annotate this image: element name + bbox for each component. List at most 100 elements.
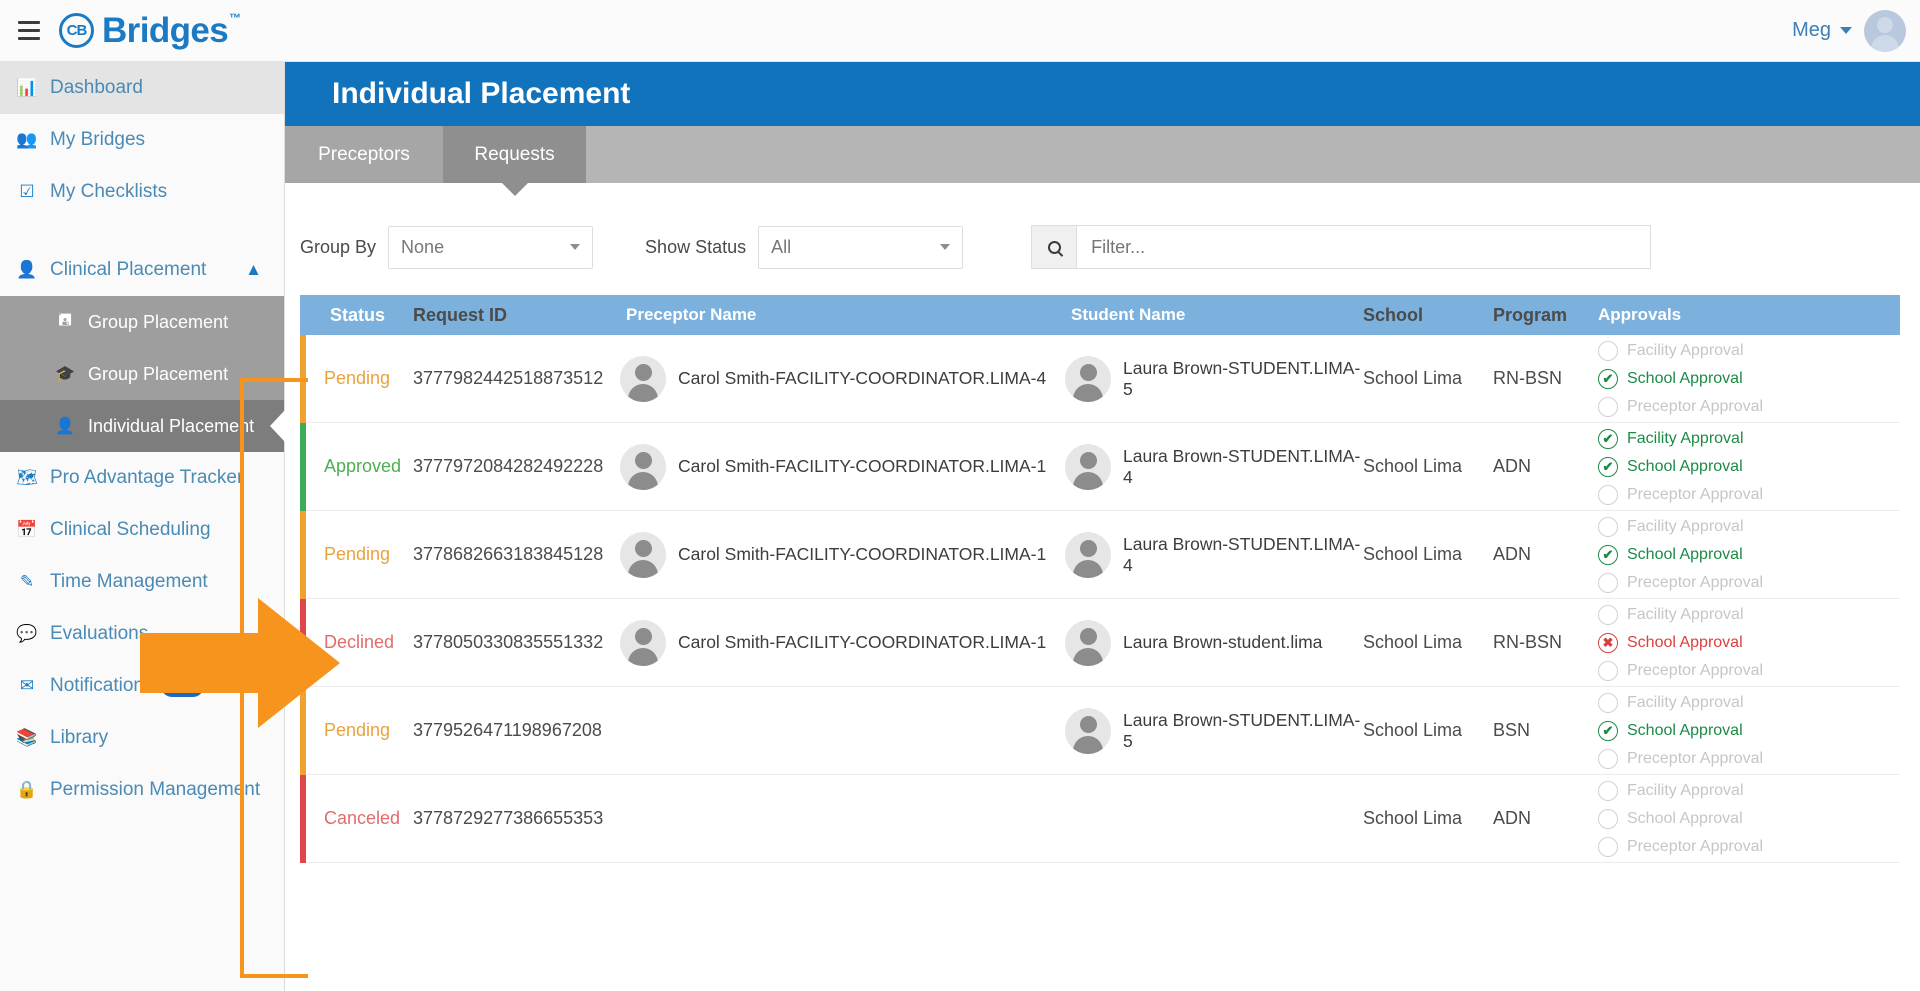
approvals-cell: Facility Approval ✔ School Approval Precept…: [1598, 689, 1888, 773]
empty-circle-icon: [1598, 604, 1618, 625]
tab-requests[interactable]: Requests: [443, 126, 586, 183]
student-name-cell: Laura Brown-STUDENT.LIMA-5: [1053, 707, 1363, 754]
sidebar-item-label: Clinical Scheduling: [50, 519, 211, 540]
hamburger-icon[interactable]: [12, 14, 46, 48]
sidebar-item-label: Notifications: [50, 675, 154, 696]
check-circle-icon: ✔: [1598, 544, 1618, 565]
approval-label: Facility Approval: [1627, 781, 1744, 799]
preceptor-name-cell: Carol Smith-FACILITY-COORDINATOR.LIMA-4: [598, 355, 1053, 402]
table-row[interactable]: Approved 3777972084282492228 Carol Smith-F…: [300, 422, 1900, 511]
student-name-cell: Laura Brown-STUDENT.LIMA-4: [1053, 443, 1363, 490]
status-badge: Pending: [324, 368, 391, 388]
approval-row: Preceptor Approval: [1598, 833, 1888, 861]
approval-row: ✖ School Approval: [1598, 629, 1888, 657]
empty-circle-icon: [1598, 396, 1618, 417]
map-icon: 🗺: [16, 468, 38, 487]
preceptor-name-label: Carol Smith-FACILITY-COORDINATOR.LIMA-1: [678, 456, 1047, 476]
approval-label: Preceptor Approval: [1627, 837, 1764, 855]
approval-row: ✔ School Approval: [1598, 541, 1888, 569]
approvals-cell: Facility Approval ✔ School Approval Precept…: [1598, 513, 1888, 597]
column-header-approvals: Approvals: [1598, 305, 1682, 324]
sidebar-item-group-placement-1[interactable]: 🖪 Group Placement: [0, 296, 284, 348]
tab-preceptors[interactable]: Preceptors: [285, 126, 443, 183]
empty-circle-icon: [1598, 516, 1618, 537]
show-status-select[interactable]: All: [758, 225, 964, 269]
table-header-row: Status Request ID Preceptor Name Student…: [300, 295, 1900, 335]
page-title: Individual Placement: [332, 77, 631, 110]
group-by-select[interactable]: None: [388, 225, 594, 269]
chat-bubble-icon: 💬: [16, 624, 38, 643]
user-menu[interactable]: Meg: [1792, 9, 1906, 52]
brand-logo[interactable]: CB Bridges™: [59, 11, 241, 51]
approval-row: Preceptor Approval: [1598, 481, 1888, 509]
student-name-label: Laura Brown-STUDENT.LIMA-4: [1123, 533, 1361, 575]
tab-strip: Preceptors Requests: [285, 126, 1920, 183]
cb-logo-icon: CB: [59, 13, 94, 48]
request-id-cell: 3778050330835551332: [413, 632, 604, 652]
approval-row: ✔ School Approval: [1598, 717, 1888, 745]
hamburger-bar: [18, 21, 40, 24]
program-cell: BSN: [1493, 720, 1531, 740]
approval-label: School Approval: [1627, 721, 1743, 739]
approval-label: School Approval: [1627, 369, 1743, 387]
edit-square-icon: ✎: [19, 572, 35, 591]
table-row[interactable]: Canceled 3778729277386655353 School Lima AD…: [300, 774, 1900, 863]
table-row[interactable]: Declined 3778050330835551332 Carol Smith-F…: [300, 598, 1900, 687]
school-cell: School Lima: [1363, 456, 1463, 476]
sidebar-item-label: Library: [50, 727, 109, 748]
avatar[interactable]: [1864, 9, 1906, 52]
top-bar: CB Bridges™ Meg: [0, 0, 1920, 62]
user-name-label: Meg: [1792, 19, 1831, 41]
program-cell: ADN: [1493, 456, 1532, 476]
hamburger-bar: [18, 29, 40, 32]
school-cell: School Lima: [1363, 720, 1463, 740]
sidebar-subitem-label: Individual Placement: [88, 415, 255, 436]
approval-label: Facility Approval: [1627, 517, 1744, 535]
group-by-value: None: [401, 236, 445, 257]
approval-row: ✔ Facility Approval: [1598, 425, 1888, 453]
approvals-cell: Facility Approval School Approval Precepto…: [1598, 777, 1888, 861]
approval-label: Facility Approval: [1627, 429, 1744, 447]
sidebar-item-label: Time Management: [50, 571, 208, 592]
preceptor-name-label: Carol Smith-FACILITY-COORDINATOR.LIMA-1: [678, 544, 1047, 564]
requests-table: Status Request ID Preceptor Name Student…: [300, 295, 1900, 863]
column-header-status: Status: [330, 304, 386, 325]
program-cell: ADN: [1493, 544, 1532, 564]
search-button[interactable]: [1031, 225, 1078, 269]
sidebar-section-label: Clinical Placement: [50, 259, 207, 280]
envelope-icon: ✉: [19, 676, 35, 695]
request-id-cell: 3777972084282492228: [413, 456, 604, 476]
sidebar-item-label: Evaluations: [50, 623, 149, 644]
approval-row: Preceptor Approval: [1598, 393, 1888, 421]
sidebar-item-label: Permission Management: [50, 779, 261, 800]
sidebar-section-clinical-placement[interactable]: 👤 Clinical Placement ▲: [0, 244, 284, 296]
table-row[interactable]: Pending 3779526471198967208 Laura Brown-ST…: [300, 686, 1900, 775]
approval-label: Preceptor Approval: [1627, 485, 1764, 503]
approvals-cell: Facility Approval ✖ School Approval Precept…: [1598, 601, 1888, 685]
checklist-icon: ☑: [19, 182, 35, 201]
sidebar-item-my-checklists[interactable]: ☑ My Checklists: [0, 166, 284, 218]
table-row[interactable]: Pending 3777982442518873512 Carol Smith-FA…: [300, 334, 1900, 423]
approval-label: School Approval: [1627, 809, 1743, 827]
callout-line-icon: [240, 378, 308, 978]
preceptor-name-cell: Carol Smith-FACILITY-COORDINATOR.LIMA-1: [598, 531, 1053, 578]
search-input[interactable]: [1077, 225, 1652, 269]
check-circle-icon: ✔: [1598, 428, 1618, 449]
student-avatar: [1065, 531, 1111, 578]
empty-circle-icon: [1598, 340, 1618, 361]
table-row[interactable]: Pending 3778682663183845128 Carol Smith-FA…: [300, 510, 1900, 599]
approval-row: Preceptor Approval: [1598, 745, 1888, 773]
check-circle-icon: ✔: [1598, 456, 1618, 477]
student-name-cell: Laura Brown-STUDENT.LIMA-4: [1053, 531, 1363, 578]
empty-circle-icon: [1598, 572, 1618, 593]
person-icon: 👤: [55, 418, 75, 435]
approval-label: Preceptor Approval: [1627, 749, 1764, 767]
chevron-up-icon[interactable]: ▲: [245, 260, 262, 280]
school-cell: School Lima: [1363, 544, 1463, 564]
sidebar-item-label: Dashboard: [50, 77, 143, 98]
status-badge: Canceled: [324, 808, 401, 828]
chevron-down-icon[interactable]: [1840, 27, 1852, 34]
sidebar-item-dashboard[interactable]: 📊 Dashboard: [0, 62, 284, 114]
sidebar-item-my-bridges[interactable]: 👥 My Bridges: [0, 114, 284, 166]
approval-label: School Approval: [1627, 545, 1743, 563]
